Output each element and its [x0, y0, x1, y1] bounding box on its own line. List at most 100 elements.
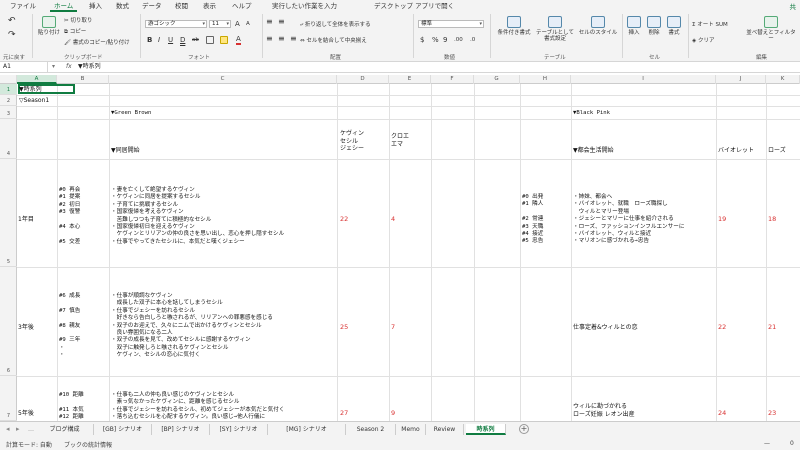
tab-file[interactable]: ファイル — [6, 1, 40, 12]
merge-center-button[interactable]: ⇔ セルを結合して中央揃え — [300, 36, 367, 44]
cell-k5[interactable]: 18 — [768, 215, 776, 224]
select-all-corner[interactable] — [0, 75, 17, 84]
font-name-select[interactable]: 游ゴシック ▾ — [145, 20, 207, 28]
delete-cells-button[interactable]: 削除 — [645, 16, 663, 36]
cell-c7[interactable]: ・仕事も二人の仲も良い感じのケヴィンとセシル 素っ気なかったケヴィンに、距離を感… — [111, 392, 284, 421]
zoom-out-button[interactable]: — — [764, 440, 770, 447]
column-header-b[interactable]: B — [57, 75, 109, 84]
cell-a6[interactable]: 3年後 — [18, 324, 34, 332]
format-as-table-button[interactable]: テーブルとして書式設定 — [534, 16, 576, 42]
number-format-select[interactable]: 標準 ▾ — [418, 20, 484, 28]
underline-button[interactable]: U — [168, 36, 173, 44]
grow-font-button[interactable]: A — [235, 20, 240, 28]
column-header-g[interactable]: G — [474, 75, 520, 84]
bold-button[interactable]: B — [147, 36, 152, 44]
cell-i4[interactable]: ▼都会生活開始 — [573, 147, 614, 155]
sheet-tab-season2[interactable]: Season 2 — [346, 424, 396, 435]
cell-j4[interactable]: バイオレット — [718, 147, 754, 155]
cell-a7[interactable]: 5年後 — [18, 410, 34, 418]
wrap-text-button[interactable]: ⤶ 折り返して全体を表示する — [300, 20, 371, 29]
cell-j6[interactable]: 22 — [718, 323, 726, 332]
cell-d5[interactable]: 22 — [340, 215, 348, 224]
cell-b6[interactable]: #6 成長 #7 慎告 #8 親友 #9 三年 ・ ・ — [59, 293, 80, 360]
cell-e5[interactable]: 4 — [391, 215, 395, 224]
strikethrough-button[interactable]: ab — [192, 37, 199, 43]
sheet-tab-blog[interactable]: ブログ構成 — [36, 424, 94, 435]
align-middle-icon[interactable]: ≡ — [278, 17, 285, 26]
percent-button[interactable]: % — [432, 36, 439, 44]
sheet-tab-timeline[interactable]: 時系列 — [466, 424, 506, 435]
cell-i7[interactable]: ウィルに勘づかれる ローズ妊娠 レオン出産 — [573, 403, 635, 418]
share-button[interactable]: 共 — [790, 1, 797, 11]
increase-decimal-button[interactable]: .00 — [454, 37, 463, 43]
row-header-5[interactable]: 5 — [0, 159, 17, 267]
add-sheet-button[interactable]: + — [519, 424, 529, 434]
open-desktop-app-link[interactable]: デスクトップ アプリで開く — [370, 1, 458, 12]
cell-a5[interactable]: 1年目 — [18, 216, 34, 224]
copy-button[interactable]: ⧉ コピー — [64, 27, 86, 36]
row-header-7[interactable]: 7 — [0, 376, 17, 421]
cell-a2[interactable]: ▽Season1 — [19, 97, 49, 105]
tab-insert[interactable]: 挿入 — [85, 1, 106, 12]
tab-home[interactable]: ホーム — [50, 1, 78, 12]
cell-b5[interactable]: #0 再会 #1 提案 #2 初日 #3 復讐 #4 本心 #5 交差 — [59, 187, 80, 246]
cell-i3[interactable]: ▼Black Pink — [573, 110, 610, 117]
workbook-stats-button[interactable]: ブックの統計情報 — [64, 440, 112, 449]
double-underline-button[interactable]: D — [180, 36, 185, 44]
more-sheets-icon[interactable]: … — [28, 426, 34, 433]
column-header-f[interactable]: F — [431, 75, 474, 84]
row-header-3[interactable]: 3 — [0, 106, 17, 119]
font-size-select[interactable]: 11 ▾ — [209, 20, 231, 28]
column-header-j[interactable]: J — [716, 75, 766, 84]
column-header-k[interactable]: K — [766, 75, 800, 84]
column-header-i[interactable]: I — [571, 75, 716, 84]
row-header-1[interactable]: 1 — [0, 84, 17, 95]
cell-b7[interactable]: #10 距離 #11 本気 #12 距離 — [59, 392, 84, 421]
cell-d7[interactable]: 27 — [340, 409, 348, 418]
shrink-font-button[interactable]: A — [246, 21, 250, 27]
tab-formulas[interactable]: 数式 — [112, 1, 133, 12]
column-header-h[interactable]: H — [520, 75, 571, 84]
cell-e6[interactable]: 7 — [391, 323, 395, 332]
align-right-icon[interactable]: ≡ — [290, 34, 297, 43]
column-header-c[interactable]: C — [109, 75, 337, 84]
cell-c3[interactable]: ▼Green Brown — [111, 110, 151, 117]
sheet-tab-memo[interactable]: Memo — [396, 424, 426, 435]
decrease-decimal-button[interactable]: .0 — [470, 37, 475, 43]
tab-review[interactable]: 校閲 — [171, 1, 192, 12]
sheet-tab-review[interactable]: Review — [426, 424, 464, 435]
cell-e7[interactable]: 9 — [391, 409, 395, 418]
cell-d6[interactable]: 25 — [340, 323, 348, 332]
cell-c4[interactable]: ▼同居開始 — [111, 147, 140, 155]
clear-button[interactable]: ◈ クリア — [692, 36, 715, 44]
align-center-icon[interactable]: ≡ — [278, 34, 285, 43]
sheet-tab-mg[interactable]: [MG] シナリオ — [268, 424, 346, 435]
cell-c6[interactable]: ・仕事が順調なケヴィン 成長した双子に本心を話してしまうセシル ・仕事でジェシー… — [111, 293, 273, 360]
name-box[interactable]: A1 — [0, 62, 48, 72]
insert-cells-button[interactable]: 挿入 — [625, 16, 643, 36]
next-sheet-icon[interactable]: ▸ — [16, 425, 20, 433]
cell-k6[interactable]: 21 — [768, 323, 776, 332]
sort-filter-button[interactable]: 並べ替えとフィルター — [744, 16, 798, 42]
format-painter-button[interactable]: 🖌 書式のコピー/貼り付け — [64, 38, 130, 46]
border-icon[interactable] — [206, 36, 214, 44]
conditional-format-button[interactable]: 条件付き書式 — [494, 16, 534, 36]
cell-k7[interactable]: 23 — [768, 409, 776, 418]
cell-e4[interactable]: クロエ エマ — [391, 133, 409, 148]
sheet-tab-sy[interactable]: [SY] シナリオ — [210, 424, 268, 435]
sheet-tab-gb[interactable]: [GB] シナリオ — [94, 424, 152, 435]
cell-h5[interactable]: #0 出発 #1 隣人 #2 常連 #3 天職 #4 接近 #5 忠告 — [522, 194, 543, 246]
tab-help[interactable]: ヘルプ — [228, 1, 256, 12]
currency-button[interactable]: $ — [420, 36, 424, 44]
row-header-6[interactable]: 6 — [0, 267, 17, 376]
column-header-d[interactable]: D — [337, 75, 389, 84]
autosum-button[interactable]: Σ オート SUM — [692, 20, 728, 28]
cell-j5[interactable]: 19 — [718, 215, 726, 224]
worksheet-grid[interactable]: A B C D E F G H I J K 1 2 3 4 5 6 7 ▼時系列… — [0, 75, 800, 421]
row-header-4[interactable]: 4 — [0, 119, 17, 159]
prev-sheet-icon[interactable]: ◂ — [6, 425, 10, 433]
redo-icon[interactable]: ↷ — [8, 30, 16, 40]
cell-j7[interactable]: 24 — [718, 409, 726, 418]
format-cells-button[interactable]: 書式 — [665, 16, 683, 36]
tab-view[interactable]: 表示 — [199, 1, 220, 12]
